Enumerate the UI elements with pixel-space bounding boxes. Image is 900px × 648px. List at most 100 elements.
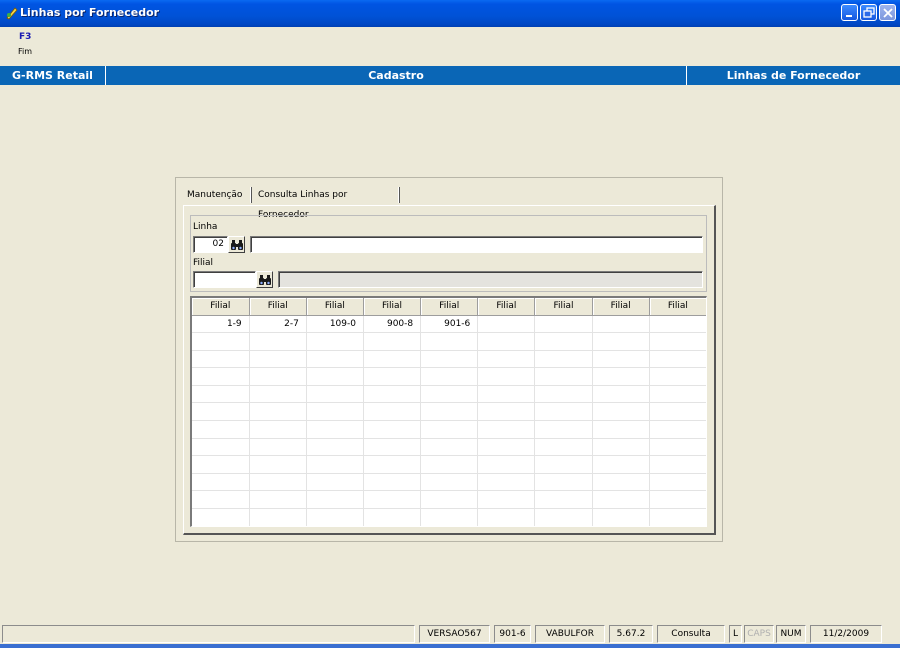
table-cell[interactable] [306,438,364,457]
table-cell[interactable] [420,385,479,404]
table-cell[interactable] [363,367,422,386]
table-cell[interactable] [192,332,250,351]
table-cell[interactable] [249,402,307,422]
tab-manutencao[interactable]: Manutenção [182,185,252,205]
table-cell[interactable] [592,438,650,457]
table-row[interactable] [192,367,706,386]
table-cell[interactable] [649,490,706,510]
table-cell[interactable] [192,508,250,526]
table-cell[interactable] [306,508,364,526]
grid-column-header[interactable]: Filial [249,298,307,316]
table-cell[interactable] [649,455,706,474]
table-cell[interactable] [420,508,479,526]
table-row[interactable]: 1-9 2-7 109-0 900-8 901-6 [192,315,706,334]
table-cell[interactable] [534,367,593,386]
table-cell[interactable]: 901-6 [420,315,479,334]
table-cell[interactable] [192,420,250,439]
table-cell[interactable] [477,315,536,334]
table-cell[interactable] [649,508,706,526]
table-cell[interactable] [192,455,250,474]
table-cell[interactable] [649,367,706,386]
close-button[interactable] [879,4,896,21]
linha-search-button[interactable] [228,236,245,253]
table-row[interactable] [192,473,706,492]
table-cell[interactable] [306,385,364,404]
table-cell[interactable] [249,367,307,386]
table-cell[interactable] [477,385,536,404]
table-row[interactable] [192,332,706,351]
table-cell[interactable] [592,508,650,526]
table-row[interactable] [192,455,706,474]
table-cell[interactable] [420,367,479,386]
table-cell[interactable] [306,350,364,369]
filial-code-input[interactable] [193,271,256,288]
table-cell[interactable] [477,420,536,439]
grid-column-header[interactable]: Filial [306,298,364,316]
table-cell[interactable] [477,490,536,510]
grid-column-header[interactable]: Filial [420,298,479,316]
grid-column-header[interactable]: Filial [649,298,706,316]
grid-column-header[interactable]: Filial [592,298,650,316]
table-cell[interactable] [649,385,706,404]
table-cell[interactable] [363,420,422,439]
table-cell[interactable] [306,367,364,386]
table-row[interactable] [192,385,706,404]
table-cell[interactable] [420,332,479,351]
table-cell[interactable] [420,402,479,422]
table-cell[interactable] [363,438,422,457]
table-row[interactable] [192,402,706,422]
table-cell[interactable] [363,508,422,526]
table-cell[interactable] [534,332,593,351]
table-cell[interactable] [477,402,536,422]
table-cell[interactable] [649,332,706,351]
table-cell[interactable]: 2-7 [249,315,307,334]
table-cell[interactable] [420,350,479,369]
table-cell[interactable] [306,455,364,474]
table-cell[interactable] [592,385,650,404]
table-cell[interactable] [534,385,593,404]
table-cell[interactable] [592,490,650,510]
table-cell[interactable] [420,490,479,510]
table-cell[interactable] [249,385,307,404]
table-cell[interactable] [477,332,536,351]
table-cell[interactable] [249,473,307,492]
table-cell[interactable] [192,402,250,422]
table-cell[interactable] [592,350,650,369]
table-cell[interactable] [534,473,593,492]
table-cell[interactable] [649,402,706,422]
table-cell[interactable] [249,490,307,510]
table-cell[interactable] [477,350,536,369]
table-cell[interactable] [420,420,479,439]
table-row[interactable] [192,350,706,369]
table-cell[interactable] [363,385,422,404]
table-cell[interactable] [192,350,250,369]
table-cell[interactable] [306,420,364,439]
table-cell[interactable] [534,438,593,457]
table-cell[interactable] [592,367,650,386]
grid-column-header[interactable]: Filial [363,298,422,316]
table-row[interactable] [192,420,706,439]
table-cell[interactable] [534,350,593,369]
table-cell[interactable] [249,350,307,369]
table-cell[interactable] [420,473,479,492]
table-cell[interactable] [420,438,479,457]
table-cell[interactable] [192,367,250,386]
table-cell[interactable] [192,490,250,510]
table-cell[interactable] [363,350,422,369]
table-cell[interactable] [592,473,650,492]
table-cell[interactable] [363,490,422,510]
table-cell[interactable] [477,508,536,526]
table-cell[interactable] [363,402,422,422]
table-cell[interactable] [192,438,250,457]
table-cell[interactable] [592,402,650,422]
table-cell[interactable] [192,385,250,404]
table-cell[interactable] [649,420,706,439]
table-cell[interactable] [592,420,650,439]
table-cell[interactable] [477,438,536,457]
tab-consulta[interactable]: Consulta Linhas por Fornecedor [253,185,401,220]
table-cell[interactable] [534,455,593,474]
table-cell[interactable] [534,315,593,334]
title-bar[interactable]: Linhas por Fornecedor [0,0,900,27]
table-cell[interactable] [534,402,593,422]
grid-column-header[interactable]: Filial [192,298,250,316]
